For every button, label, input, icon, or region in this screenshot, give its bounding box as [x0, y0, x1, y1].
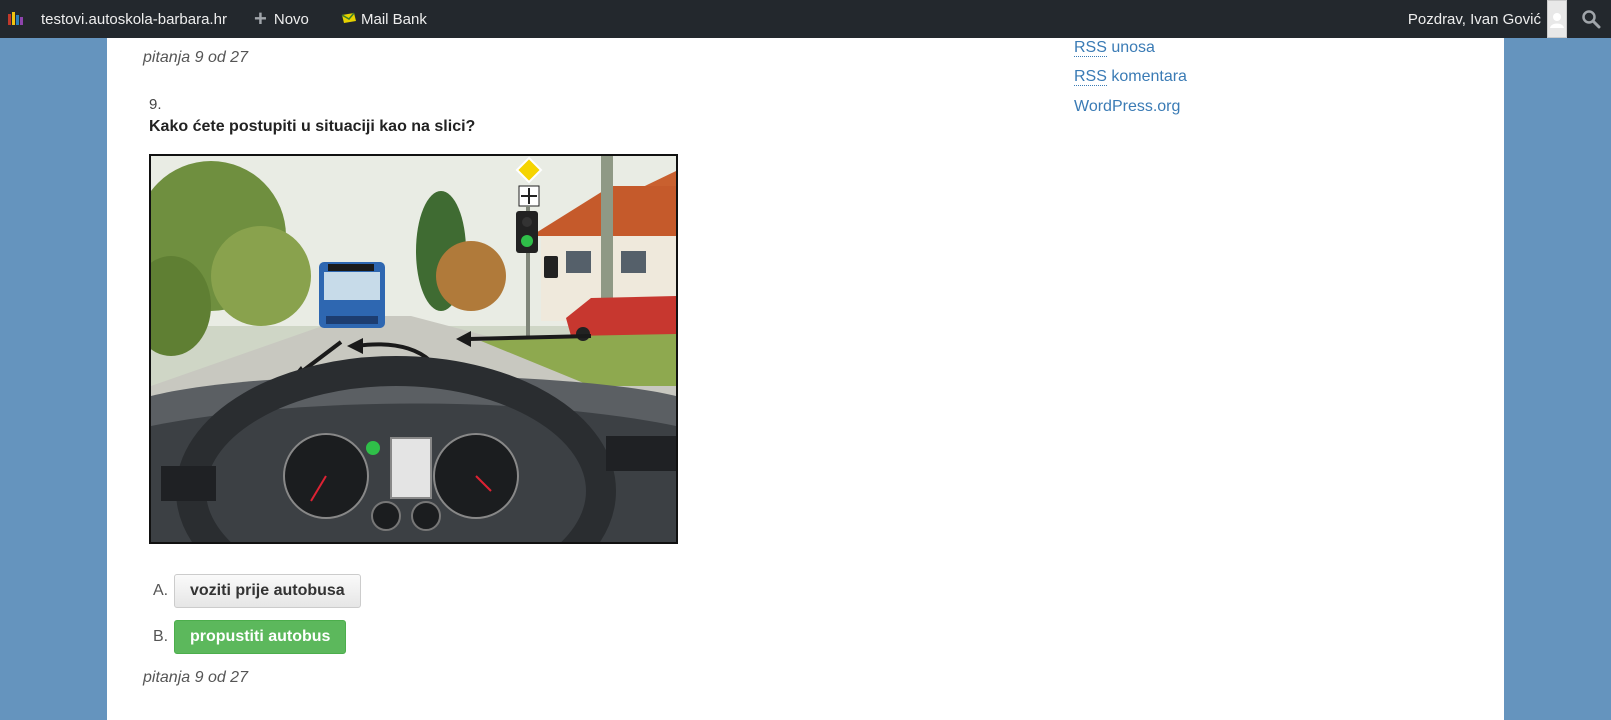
answer-option-b: B. propustiti autobus: [153, 620, 347, 654]
rss-comments-label: komentara: [1111, 68, 1187, 85]
avatar[interactable]: [1547, 0, 1567, 38]
mail-bank-label: Mail Bank: [361, 10, 427, 28]
question-number: 9.: [149, 96, 162, 113]
question-image: [149, 154, 678, 544]
admin-bar: testovi.autoskola-barbara.hr + Novo Mail…: [0, 0, 1611, 38]
search-icon[interactable]: [1581, 0, 1601, 38]
question-pager-top: pitanja 9 od 27: [143, 49, 248, 66]
page-content: pitanja 9 od 27 9. Kako ćete postupiti u…: [107, 38, 1504, 720]
rss-comments-link[interactable]: RSS komentara: [1074, 68, 1187, 86]
new-content-label: Novo: [273, 10, 309, 28]
answer-a-button[interactable]: voziti prije autobusa: [174, 574, 361, 608]
site-name-label: testovi.autoskola-barbara.hr: [41, 10, 227, 28]
plus-icon: +: [254, 6, 267, 31]
user-greeting-label: Pozdrav, Ivan Gović: [1407, 10, 1541, 28]
user-greeting[interactable]: Pozdrav, Ivan Gović: [1408, 0, 1541, 38]
rss-posts-label: unosa: [1111, 39, 1155, 56]
question-pager-bottom: pitanja 9 od 27: [143, 669, 248, 686]
question-text: Kako ćete postupiti u situaciji kao na s…: [149, 118, 476, 135]
new-content-menu[interactable]: + Novo: [254, 0, 309, 38]
rss-abbr: RSS: [1074, 39, 1107, 57]
answer-option-a: A. voziti prije autobusa: [153, 574, 361, 608]
rss-posts-link[interactable]: RSS unosa: [1074, 39, 1155, 57]
answer-letter: B.: [153, 628, 169, 645]
answer-letter: A.: [153, 582, 169, 599]
mail-bank-menu[interactable]: Mail Bank: [341, 0, 427, 38]
site-logo-icon[interactable]: [8, 0, 24, 38]
wordpress-org-link[interactable]: WordPress.org: [1074, 98, 1180, 116]
answer-b-button[interactable]: propustiti autobus: [174, 620, 347, 654]
rss-abbr: RSS: [1074, 68, 1107, 86]
mail-bank-icon: [341, 11, 357, 28]
site-name-link[interactable]: testovi.autoskola-barbara.hr: [41, 0, 227, 38]
